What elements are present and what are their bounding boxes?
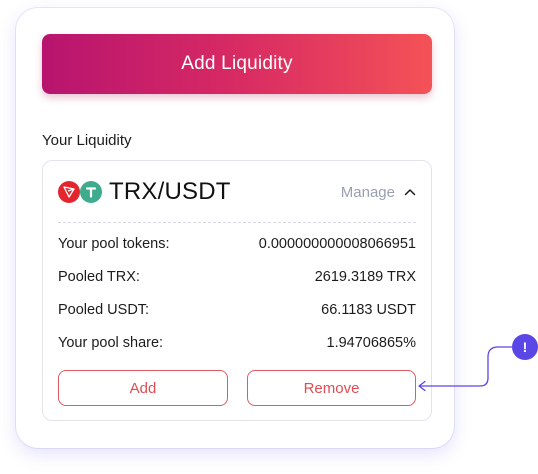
- trx-icon: [58, 181, 80, 203]
- pool-pair-name: TRX/USDT: [109, 178, 231, 205]
- pool-stat-value: 1.94706865%: [326, 335, 417, 351]
- your-liquidity-title: Your Liquidity: [42, 132, 132, 149]
- pool-stat-row-pooled-usdt: Pooled USDT: 66.1183 USDT: [58, 302, 416, 318]
- usdt-icon: [80, 181, 102, 203]
- pool-stat-row-pool-share: Your pool share: 1.94706865%: [58, 335, 416, 351]
- pool-divider: [58, 222, 416, 223]
- remove-button[interactable]: Remove: [247, 370, 416, 406]
- pool-stat-row-pooled-trx: Pooled TRX: 2619.3189 TRX: [58, 269, 416, 285]
- token-pair-icons: [58, 180, 104, 204]
- pool-stat-label: Pooled USDT:: [58, 302, 150, 318]
- pool-stat-label: Your pool tokens:: [58, 236, 170, 252]
- pool-header: TRX/USDT Manage: [58, 176, 416, 208]
- pool-stat-value: 0.000000000008066951: [258, 236, 416, 252]
- hint-badge[interactable]: !: [512, 334, 538, 360]
- add-liquidity-button[interactable]: Add Liquidity: [42, 34, 432, 94]
- stage: Add Liquidity Your Liquidity TRX/USDT Ma…: [0, 0, 538, 474]
- pool-stat-row-pool-tokens: Your pool tokens: 0.000000000008066951: [58, 236, 416, 252]
- pool-stat-label: Your pool share:: [58, 335, 164, 351]
- chevron-up-icon: [404, 189, 416, 196]
- pool-stat-value: 2619.3189 TRX: [314, 269, 416, 285]
- manage-toggle[interactable]: Manage: [341, 184, 416, 201]
- manage-label: Manage: [340, 183, 395, 201]
- pool-stat-value: 66.1183 USDT: [321, 302, 416, 318]
- pool-stat-label: Pooled TRX:: [58, 269, 140, 285]
- add-button[interactable]: Add: [58, 370, 228, 406]
